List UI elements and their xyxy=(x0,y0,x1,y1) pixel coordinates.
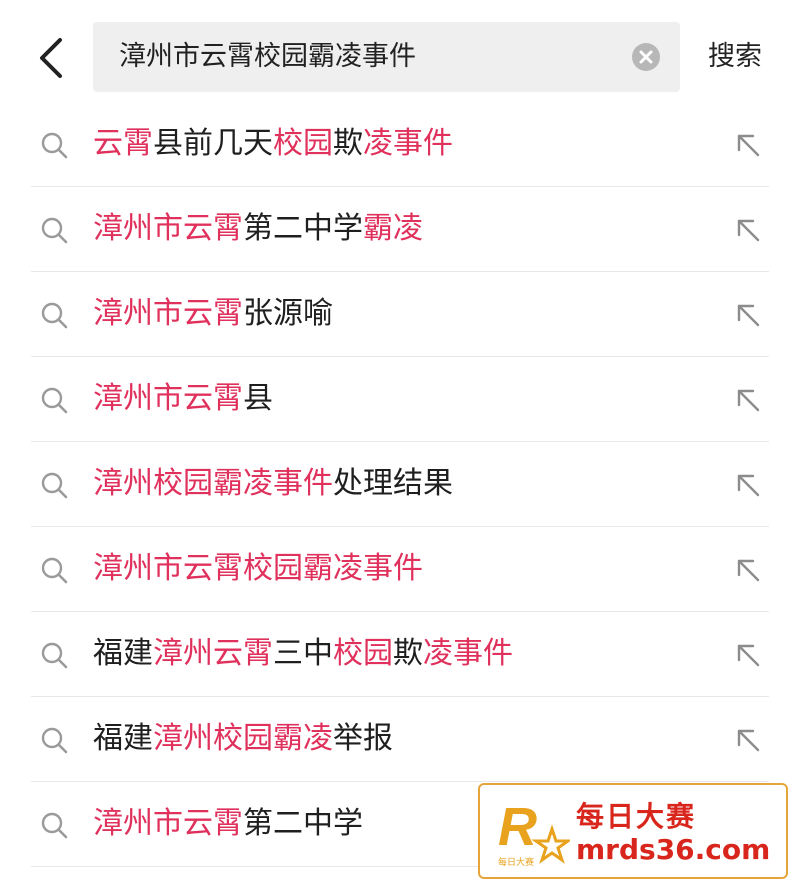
ad-title: 每日大赛 xyxy=(576,800,697,833)
plain-text: 欺 xyxy=(393,636,423,671)
suggestion-label: 福建漳州校园霸凌举报 xyxy=(93,697,393,781)
suggestion-label: 漳州市云霄第二中学霸凌 xyxy=(93,187,423,271)
plain-text: 福建 xyxy=(93,721,153,756)
fill-query-arrow-icon[interactable] xyxy=(733,300,763,330)
svg-text:每日大赛: 每日大赛 xyxy=(498,856,534,867)
fill-query-arrow-icon[interactable] xyxy=(733,725,763,755)
fill-query-arrow-icon[interactable] xyxy=(733,130,763,160)
suggestion-item[interactable]: 云霄县前几天校园欺凌事件 xyxy=(31,102,769,187)
plain-text: 处理结果 xyxy=(333,466,453,501)
highlight-text: 凌事件 xyxy=(363,126,453,161)
search-button[interactable]: 搜索 xyxy=(708,22,762,92)
suggestion-list: 云霄县前几天校园欺凌事件 漳州市云霄第二中学霸凌 漳州市云霄张源喻 漳州市云霄县 漳州校… xyxy=(0,102,800,867)
search-icon xyxy=(41,217,68,244)
suggestion-label: 云霄县前几天校园欺凌事件 xyxy=(93,102,453,186)
plain-text: 第二中学 xyxy=(243,806,363,841)
suggestion-label: 漳州市云霄县 xyxy=(93,357,273,441)
suggestion-label: 漳州市云霄校园霸凌事件 xyxy=(93,527,423,611)
search-icon xyxy=(41,302,68,329)
suggestion-label: 漳州市云霄张源喻 xyxy=(93,272,333,356)
suggestion-label: 福建漳州云霄三中校园欺凌事件 xyxy=(93,612,513,696)
highlight-text: 漳州校园霸凌 xyxy=(153,721,333,756)
search-input[interactable]: 漳州市云霄校园霸凌事件 xyxy=(119,22,416,92)
highlight-text: 校园 xyxy=(273,126,333,161)
highlight-text: 凌事件 xyxy=(423,636,513,671)
plain-text: 张源喻 xyxy=(243,296,333,331)
suggestion-label: 漳州市云霄第二中学 xyxy=(93,782,363,866)
ad-url: mrds36.com xyxy=(576,833,771,866)
clear-icon xyxy=(639,50,653,64)
fill-query-arrow-icon[interactable] xyxy=(733,640,763,670)
search-icon xyxy=(41,642,68,669)
chevron-left-icon xyxy=(40,38,62,78)
highlight-text: 漳州市云霄校园霸凌事件 xyxy=(93,551,423,586)
suggestion-item[interactable]: 漳州市云霄校园霸凌事件 xyxy=(31,527,769,612)
highlight-text: 漳州市云霄 xyxy=(93,296,243,331)
fill-query-arrow-icon[interactable] xyxy=(733,385,763,415)
highlight-text: 校园 xyxy=(333,636,393,671)
plain-text: 福建 xyxy=(93,636,153,671)
fill-query-arrow-icon[interactable] xyxy=(733,555,763,585)
highlight-text: 漳州校园霸凌事件 xyxy=(93,466,333,501)
highlight-text: 霸凌 xyxy=(363,211,423,246)
fill-query-arrow-icon[interactable] xyxy=(733,470,763,500)
highlight-text: 云霄 xyxy=(93,126,153,161)
plain-text: 第二中学 xyxy=(243,211,363,246)
back-button[interactable] xyxy=(32,34,72,82)
search-box[interactable]: 漳州市云霄校园霸凌事件 xyxy=(93,22,680,92)
suggestion-item[interactable]: 漳州市云霄县 xyxy=(31,357,769,442)
svg-text:R: R xyxy=(498,797,537,857)
suggestion-item[interactable]: 漳州市云霄第二中学霸凌 xyxy=(31,187,769,272)
search-icon xyxy=(41,557,68,584)
plain-text: 欺 xyxy=(333,126,363,161)
highlight-text: 漳州市云霄 xyxy=(93,381,243,416)
top-bar: 漳州市云霄校园霸凌事件 搜索 xyxy=(0,0,800,112)
brand-logo-icon: R 每日大赛 xyxy=(498,797,570,867)
fill-query-arrow-icon[interactable] xyxy=(733,215,763,245)
clear-button[interactable] xyxy=(632,43,660,71)
search-icon xyxy=(41,812,68,839)
highlight-text: 漳州市云霄 xyxy=(93,211,243,246)
search-icon xyxy=(41,472,68,499)
suggestion-item[interactable]: 福建漳州云霄三中校园欺凌事件 xyxy=(31,612,769,697)
suggestion-item[interactable]: 漳州市云霄张源喻 xyxy=(31,272,769,357)
suggestion-item[interactable]: 漳州校园霸凌事件处理结果 xyxy=(31,442,769,527)
watermark-ad: R 每日大赛 每日大赛 mrds36.com xyxy=(478,783,788,879)
search-icon xyxy=(41,387,68,414)
suggestion-item[interactable]: 福建漳州校园霸凌举报 xyxy=(31,697,769,782)
plain-text: 县前几天 xyxy=(153,126,273,161)
suggestion-label: 漳州校园霸凌事件处理结果 xyxy=(93,442,453,526)
highlight-text: 漳州市云霄 xyxy=(93,806,243,841)
search-icon xyxy=(41,727,68,754)
highlight-text: 漳州云霄 xyxy=(153,636,273,671)
plain-text: 县 xyxy=(243,381,273,416)
search-icon xyxy=(41,132,68,159)
plain-text: 三中 xyxy=(273,636,333,671)
plain-text: 举报 xyxy=(333,721,393,756)
